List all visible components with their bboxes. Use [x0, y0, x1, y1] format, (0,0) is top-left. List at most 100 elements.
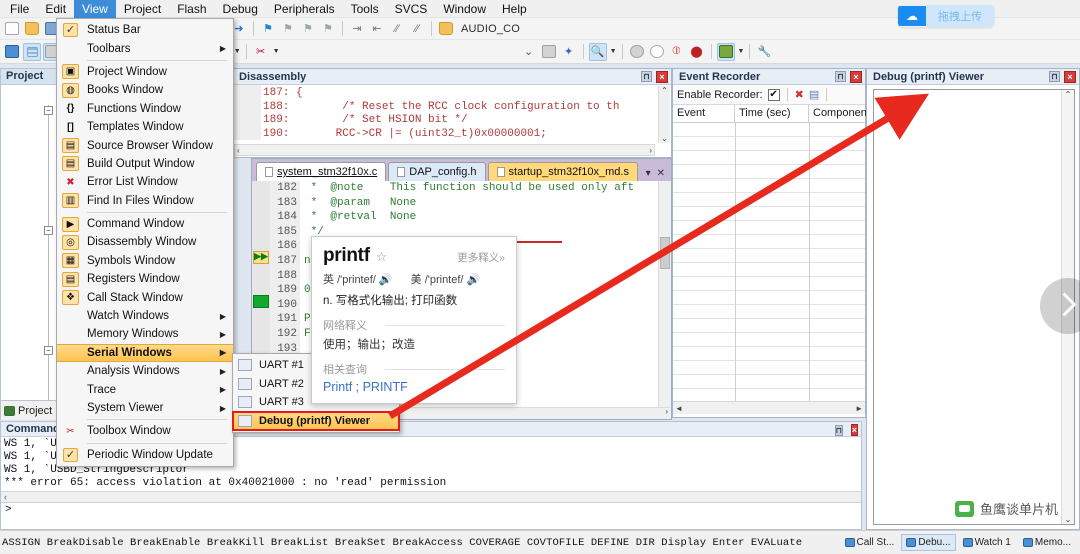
- save-events-icon[interactable]: ▤: [809, 88, 819, 101]
- breakpoint-disable-icon[interactable]: ⦶: [668, 43, 686, 61]
- close-icon[interactable]: ×: [656, 70, 668, 83]
- view-menu-item-command-window[interactable]: ▶ Command Window: [57, 215, 233, 233]
- view-menu-item-source-browser-window[interactable]: ▤ Source Browser Window: [57, 136, 233, 154]
- view-menu-item-disassembly-window[interactable]: ◎ Disassembly Window: [57, 233, 233, 251]
- table-row[interactable]: [673, 361, 865, 375]
- indent-icon[interactable]: ⇥: [348, 20, 366, 38]
- view-menu-item-registers-window[interactable]: ▤ Registers Window: [57, 270, 233, 288]
- chevron-down-icon[interactable]: ▼: [234, 48, 241, 55]
- star-outline-icon[interactable]: ☆: [376, 249, 388, 265]
- table-row[interactable]: [673, 375, 865, 389]
- menu-item-flash[interactable]: Flash: [169, 0, 214, 18]
- speaker-icon[interactable]: 🔊: [379, 274, 393, 286]
- close-icon[interactable]: ×: [1064, 70, 1076, 83]
- table-row[interactable]: [673, 263, 865, 277]
- view-menu-item-templates-window[interactable]: [] Templates Window: [57, 118, 233, 136]
- table-row[interactable]: [673, 249, 865, 263]
- breakpoint-filled-icon[interactable]: [628, 43, 646, 61]
- table-row[interactable]: [673, 207, 865, 221]
- editor-tab-bar[interactable]: system_stm32f10x.c DAP_config.h startup_…: [252, 159, 671, 181]
- table-row[interactable]: [673, 221, 865, 235]
- breakpoint-empty-icon[interactable]: [648, 43, 666, 61]
- status-bar-tabs[interactable]: Call St... Debu... Watch 1 Memo...: [840, 534, 1080, 551]
- view-menu-item-status-bar[interactable]: ✓ Status Bar: [57, 21, 233, 39]
- column-header-time[interactable]: Time (sec): [735, 105, 809, 122]
- status-tab-call-st-[interactable]: Call St...: [840, 534, 900, 551]
- table-row[interactable]: [673, 277, 865, 291]
- view-menu-item-trace[interactable]: Trace ▶: [57, 380, 233, 398]
- project-window-icon[interactable]: [716, 42, 735, 61]
- editor-tab-startup-stm32f10x-md-s[interactable]: startup_stm32f10x_md.s: [487, 162, 638, 181]
- new-file-icon[interactable]: [3, 20, 21, 38]
- outdent-icon[interactable]: ⇤: [368, 20, 386, 38]
- tree-expander-icon[interactable]: −: [44, 345, 53, 355]
- event-recorder-window[interactable]: Event Recorder ⊓ × Enable Recorder: ✔ ✖ …: [672, 68, 870, 418]
- pin-icon[interactable]: ⊓: [834, 425, 843, 436]
- target-options-icon[interactable]: [437, 20, 455, 38]
- disassembly-vscrollbar[interactable]: ⌃ ⌄: [658, 86, 670, 143]
- table-row[interactable]: [673, 165, 865, 179]
- view-menu-item-functions-window[interactable]: {} Functions Window: [57, 100, 233, 118]
- dictionary-more-link[interactable]: 更多释义»: [457, 250, 505, 265]
- bookmark-next-icon[interactable]: ⚑: [279, 20, 297, 38]
- event-recorder-toolbar[interactable]: Enable Recorder: ✔ ✖ ▤: [673, 85, 865, 105]
- upload-pill[interactable]: ☁ 拖拽上传: [898, 5, 994, 27]
- view-menu-item-call-stack-window[interactable]: ❖ Call Stack Window: [57, 288, 233, 306]
- table-row[interactable]: [673, 347, 865, 361]
- breakpoint-kill-icon[interactable]: ⬤: [688, 43, 706, 61]
- table-row[interactable]: [673, 291, 865, 305]
- tree-expander-icon[interactable]: −: [44, 105, 53, 115]
- view-menu-item-toolbars[interactable]: Toolbars ▶: [57, 39, 233, 57]
- command-input[interactable]: >: [1, 502, 861, 518]
- pin-icon[interactable]: ⊓: [835, 71, 846, 82]
- view-menu-item-symbols-window[interactable]: ▦ Symbols Window: [57, 252, 233, 270]
- tab-list-icon[interactable]: ▾: [646, 168, 651, 179]
- table-row[interactable]: [673, 333, 865, 347]
- menu-item-svcs[interactable]: SVCS: [387, 0, 436, 18]
- dictionary-popup[interactable]: printf ☆ 更多释义» 英 /'printef/ 🔊 美 /'printe…: [311, 236, 517, 404]
- status-tab-memo-[interactable]: Memo...: [1018, 534, 1076, 551]
- pin-icon[interactable]: ✦: [560, 43, 578, 61]
- dictionary-related-values[interactable]: Printf ; PRINTF: [323, 380, 505, 394]
- view-menu-item-error-list-window[interactable]: ✖ Error List Window: [57, 173, 233, 191]
- table-row[interactable]: [673, 193, 865, 207]
- bookmark-clear-icon[interactable]: ⚑: [319, 20, 337, 38]
- toolbox-icon[interactable]: ✂: [252, 43, 270, 61]
- close-icon[interactable]: ×: [850, 70, 862, 83]
- enable-recorder-checkbox[interactable]: ✔: [767, 88, 780, 101]
- dropdown-icon[interactable]: ⌄: [520, 43, 538, 61]
- column-header-event[interactable]: Event: [673, 105, 735, 122]
- editor-vscrollbar[interactable]: [658, 181, 671, 419]
- clear-events-icon[interactable]: ✖: [795, 88, 804, 101]
- uncomment-icon[interactable]: ∕∕: [408, 20, 426, 38]
- menu-item-window[interactable]: Window: [435, 0, 494, 18]
- column-header-component[interactable]: Component: [809, 105, 870, 122]
- table-row[interactable]: [673, 235, 865, 249]
- speaker-icon[interactable]: 🔊: [467, 274, 481, 286]
- menu-item-debug[interactable]: Debug: [215, 0, 266, 18]
- view-menu-item-system-viewer[interactable]: System Viewer ▶: [57, 399, 233, 417]
- table-row[interactable]: [673, 123, 865, 137]
- open-file-icon[interactable]: [23, 20, 41, 38]
- menu-item-peripherals[interactable]: Peripherals: [266, 0, 343, 18]
- editor-tab-system-stm32f10x-c[interactable]: system_stm32f10x.c: [256, 162, 387, 181]
- breakpoint-marker-icon[interactable]: [253, 295, 269, 308]
- view-menu-item-toolbox-window[interactable]: ✂ Toolbox Window: [57, 422, 233, 440]
- close-icon[interactable]: ×: [850, 424, 858, 436]
- table-row[interactable]: [673, 137, 865, 151]
- view-menu-item-books-window[interactable]: ◍ Books Window: [57, 81, 233, 99]
- bookmark-prev-icon[interactable]: ⚑: [299, 20, 317, 38]
- view-menu-item-memory-windows[interactable]: Memory Windows ▶: [57, 325, 233, 343]
- menu-item-view[interactable]: View: [74, 0, 116, 18]
- pin-icon[interactable]: ⊓: [1049, 71, 1060, 82]
- scrollbar-thumb[interactable]: [660, 237, 670, 269]
- bookmark2-icon[interactable]: [540, 43, 558, 61]
- disassembly-hscrollbar[interactable]: ‹ ›: [234, 144, 655, 156]
- chevron-down-icon[interactable]: ▼: [273, 48, 280, 55]
- pin-icon[interactable]: ⊓: [641, 71, 652, 82]
- disassembly-window[interactable]: Disassembly ⊓ × 187: { 188: /* Reset the…: [232, 68, 672, 158]
- table-row[interactable]: [673, 305, 865, 319]
- menu-item-help[interactable]: Help: [494, 0, 535, 18]
- close-icon[interactable]: ✕: [657, 168, 665, 179]
- menu-item-project[interactable]: Project: [116, 0, 169, 18]
